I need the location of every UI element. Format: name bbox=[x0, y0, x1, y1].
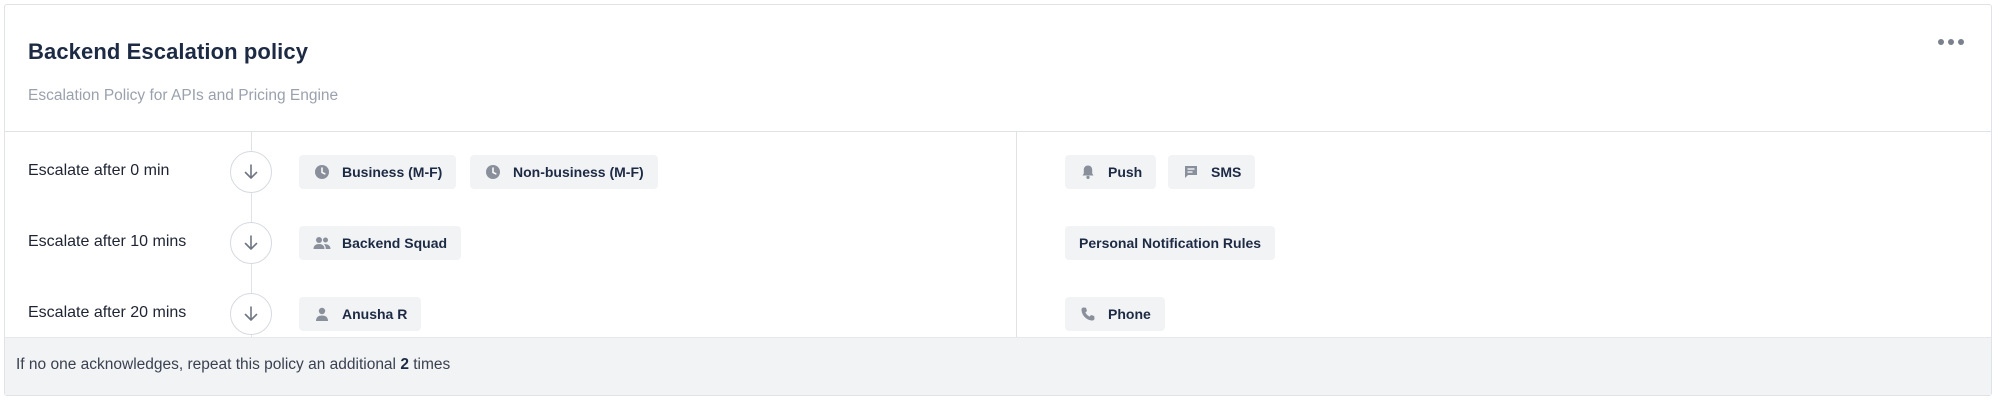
notification-chip-sms[interactable]: SMS bbox=[1168, 155, 1256, 189]
escalation-steps: Escalate after 0 min Business (M-F) Non-… bbox=[5, 132, 1991, 342]
more-dot bbox=[1938, 39, 1944, 45]
policy-subtitle: Escalation Policy for APIs and Pricing E… bbox=[28, 87, 339, 104]
arrow-down-icon bbox=[230, 222, 272, 264]
more-dot bbox=[1958, 39, 1964, 45]
user-icon bbox=[313, 305, 331, 323]
repeat-policy-text: If no one acknowledges, repeat this poli… bbox=[16, 356, 450, 374]
escalation-step: Escalate after 20 mins Anusha R Phone bbox=[5, 274, 1991, 335]
notification-chip-push[interactable]: Push bbox=[1065, 155, 1157, 189]
escalation-step: Escalate after 10 mins Backend Squad Per… bbox=[5, 203, 1991, 264]
step-label: Escalate after 10 mins bbox=[28, 233, 187, 250]
repeat-count: 2 bbox=[400, 356, 409, 373]
step-label: Escalate after 20 mins bbox=[28, 304, 187, 321]
repeat-text-after: times bbox=[408, 356, 451, 373]
user-chip-anusha-r[interactable]: Anusha R bbox=[299, 297, 422, 331]
team-chip-backend-squad[interactable]: Backend Squad bbox=[299, 226, 462, 260]
clock-icon bbox=[313, 163, 331, 181]
policy-title: Backend Escalation policy bbox=[28, 39, 309, 64]
arrow-down-icon bbox=[230, 151, 272, 193]
schedule-chip-business[interactable]: Business (M-F) bbox=[299, 155, 457, 189]
escalation-policy-card: Backend Escalation policy Escalation Pol… bbox=[4, 4, 1992, 396]
policy-header: Backend Escalation policy Escalation Pol… bbox=[5, 5, 1991, 132]
chip-label: Push bbox=[1108, 164, 1143, 180]
repeat-text-before: If no one acknowledges, repeat this poli… bbox=[16, 356, 401, 373]
chat-icon bbox=[1182, 163, 1200, 181]
bell-icon bbox=[1079, 163, 1097, 181]
notification-chip-personal-rules[interactable]: Personal Notification Rules bbox=[1065, 226, 1276, 260]
step-label: Escalate after 0 min bbox=[28, 162, 170, 179]
chip-label: Business (M-F) bbox=[342, 164, 443, 180]
phone-icon bbox=[1079, 305, 1097, 323]
chip-label: SMS bbox=[1211, 164, 1242, 180]
chip-label: Non-business (M-F) bbox=[513, 164, 644, 180]
repeat-policy-footer: If no one acknowledges, repeat this poli… bbox=[5, 337, 1991, 395]
chip-label: Anusha R bbox=[342, 306, 408, 322]
notification-chip-phone[interactable]: Phone bbox=[1065, 297, 1165, 331]
chip-label: Backend Squad bbox=[342, 235, 448, 251]
schedule-chip-non-business[interactable]: Non-business (M-F) bbox=[470, 155, 658, 189]
users-icon bbox=[313, 234, 331, 252]
chip-label: Phone bbox=[1108, 306, 1151, 322]
clock-icon bbox=[484, 163, 502, 181]
more-dot bbox=[1948, 39, 1954, 45]
chip-label: Personal Notification Rules bbox=[1079, 235, 1262, 251]
escalation-step: Escalate after 0 min Business (M-F) Non-… bbox=[5, 132, 1991, 193]
more-options-icon[interactable] bbox=[1936, 35, 1966, 49]
arrow-down-icon bbox=[230, 293, 272, 335]
